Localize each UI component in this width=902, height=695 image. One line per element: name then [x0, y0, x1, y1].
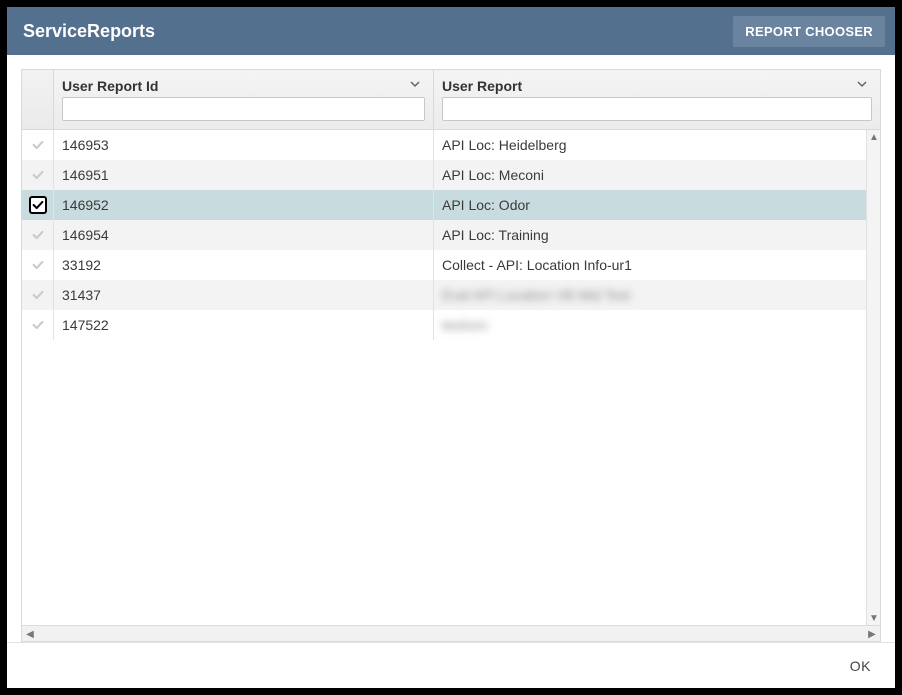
table-row[interactable]: 146954API Loc: Training: [22, 220, 880, 250]
column-menu-icon[interactable]: [852, 78, 872, 93]
table-row[interactable]: 147522test/urv: [22, 310, 880, 340]
checkbox-checked-icon[interactable]: [29, 196, 47, 214]
table-row[interactable]: 146951API Loc: Meconi: [22, 160, 880, 190]
row-checkbox-cell[interactable]: [22, 220, 54, 250]
header-checkbox-column: [22, 70, 54, 130]
row-checkbox-cell[interactable]: [22, 130, 54, 160]
grid-rows: 146953API Loc: Heidelberg146951API Loc: …: [22, 130, 880, 625]
horizontal-scrollbar[interactable]: ◀ ▶: [22, 625, 880, 641]
grid-container: User Report Id User Report: [7, 55, 895, 642]
scroll-left-icon[interactable]: ◀: [22, 626, 38, 642]
table-row[interactable]: 146953API Loc: Heidelberg: [22, 130, 880, 160]
row-checkbox-cell[interactable]: [22, 250, 54, 280]
column-label: User Report Id: [62, 78, 158, 94]
header-row: User Report Id User Report: [22, 70, 880, 130]
table-row[interactable]: 146952API Loc: Odor: [22, 190, 880, 220]
cell-user-report-id: 33192: [54, 250, 434, 280]
title-bar: ServiceReports REPORT CHOOSER: [7, 7, 895, 55]
ok-button[interactable]: OK: [850, 658, 871, 674]
checkbox-unchecked-icon[interactable]: [29, 166, 47, 184]
checkbox-unchecked-icon[interactable]: [29, 316, 47, 334]
row-checkbox-cell[interactable]: [22, 190, 54, 220]
scroll-right-icon[interactable]: ▶: [864, 626, 880, 642]
cell-user-report: Collect - API: Location Info-ur1: [434, 250, 880, 280]
dialog-title: ServiceReports: [23, 21, 155, 42]
cell-user-report: API Loc: Meconi: [434, 160, 880, 190]
cell-user-report-id: 146953: [54, 130, 434, 160]
column-menu-icon[interactable]: [405, 78, 425, 93]
scroll-up-icon[interactable]: ▲: [867, 130, 881, 144]
grid-body: 146953API Loc: Heidelberg146951API Loc: …: [22, 130, 880, 625]
checkbox-unchecked-icon[interactable]: [29, 226, 47, 244]
checkbox-unchecked-icon[interactable]: [29, 256, 47, 274]
table-row[interactable]: 31437Eval API Location VB Mid Test: [22, 280, 880, 310]
filter-input-user-report-id[interactable]: [62, 97, 425, 121]
cell-user-report: API Loc: Heidelberg: [434, 130, 880, 160]
checkbox-unchecked-icon[interactable]: [29, 136, 47, 154]
column-header-user-report-id[interactable]: User Report Id: [54, 70, 434, 130]
cell-user-report: Eval API Location VB Mid Test: [434, 280, 880, 310]
row-checkbox-cell[interactable]: [22, 310, 54, 340]
cell-user-report-id: 146954: [54, 220, 434, 250]
vertical-scrollbar[interactable]: ▲ ▼: [866, 130, 880, 625]
report-chooser-button[interactable]: REPORT CHOOSER: [733, 16, 885, 47]
cell-user-report-id: 31437: [54, 280, 434, 310]
column-header-user-report[interactable]: User Report: [434, 70, 880, 130]
column-label: User Report: [442, 78, 522, 94]
row-checkbox-cell[interactable]: [22, 160, 54, 190]
cell-user-report-id: 147522: [54, 310, 434, 340]
scroll-down-icon[interactable]: ▼: [867, 611, 881, 625]
cell-user-report: API Loc: Training: [434, 220, 880, 250]
row-checkbox-cell[interactable]: [22, 280, 54, 310]
table-row[interactable]: 33192Collect - API: Location Info-ur1: [22, 250, 880, 280]
cell-user-report: API Loc: Odor: [434, 190, 880, 220]
cell-user-report: test/urv: [434, 310, 880, 340]
dialog-window: ServiceReports REPORT CHOOSER User Repor…: [7, 7, 895, 688]
data-grid: User Report Id User Report: [21, 69, 881, 642]
cell-user-report-id: 146951: [54, 160, 434, 190]
checkbox-unchecked-icon[interactable]: [29, 286, 47, 304]
dialog-footer: OK: [7, 642, 895, 688]
filter-input-user-report[interactable]: [442, 97, 872, 121]
cell-user-report-id: 146952: [54, 190, 434, 220]
